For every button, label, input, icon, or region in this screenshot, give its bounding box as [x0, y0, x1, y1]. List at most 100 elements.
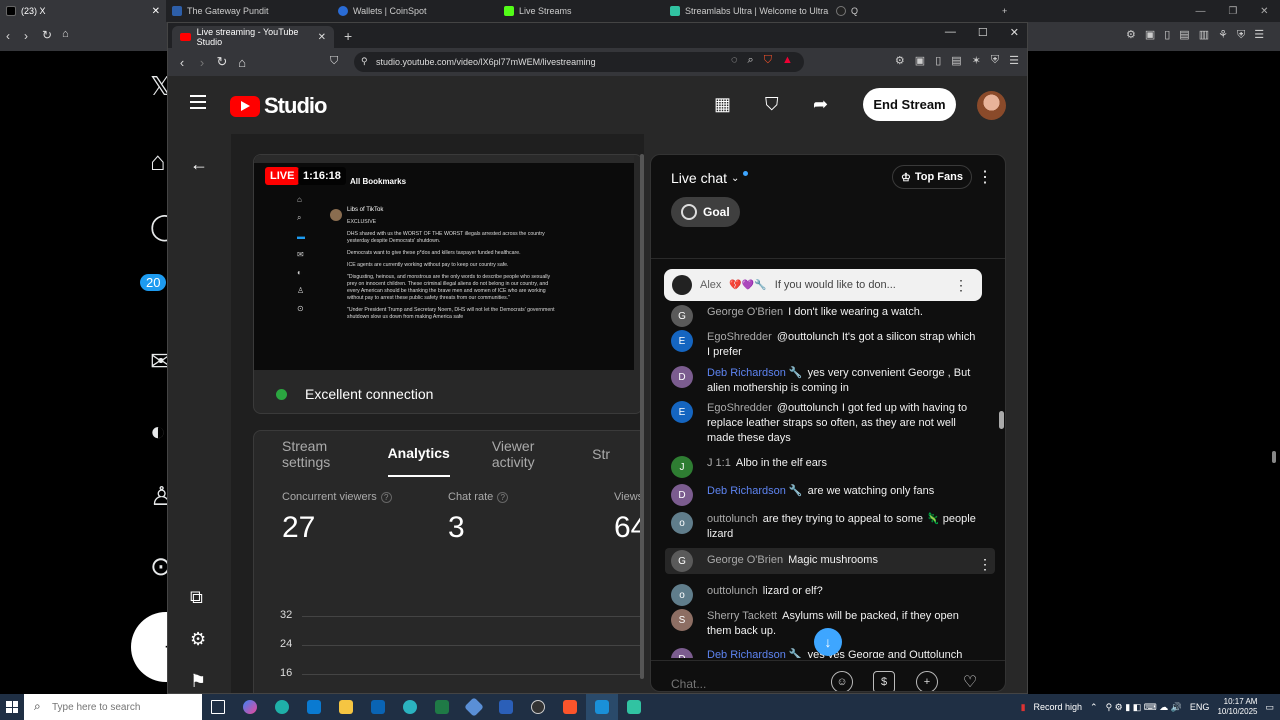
- open-external-icon[interactable]: ⧉: [190, 587, 203, 608]
- reload-icon[interactable]: ↻: [212, 54, 232, 70]
- forward-icon[interactable]: ›: [24, 29, 28, 43]
- close-icon[interactable]: ✕: [1260, 6, 1268, 17]
- excel-icon[interactable]: [426, 694, 458, 720]
- copilot-icon[interactable]: [234, 694, 266, 720]
- minimize-icon[interactable]: —: [1195, 6, 1205, 17]
- outer-new-tab-button[interactable]: +: [996, 0, 1026, 22]
- clapperboard-icon[interactable]: ▦: [714, 94, 731, 115]
- rewards-icon[interactable]: ▲: [782, 54, 793, 67]
- app3-icon[interactable]: [586, 694, 618, 720]
- youtube-studio-logo[interactable]: Studio: [230, 93, 327, 119]
- message-author[interactable]: EgoShredder: [707, 331, 772, 343]
- close-tab-icon[interactable]: ✕: [152, 6, 160, 17]
- notifications-icon[interactable]: ▭: [1265, 702, 1274, 713]
- sidebar-icon[interactable]: ▯: [935, 54, 941, 67]
- scrollbar-thumb[interactable]: [1272, 451, 1276, 463]
- tab-stream-health[interactable]: Str: [592, 431, 610, 477]
- outlook-icon[interactable]: [362, 694, 394, 720]
- message-author[interactable]: EgoShredder: [707, 402, 772, 414]
- more-options-icon[interactable]: ⋮: [954, 277, 968, 294]
- stream-preview[interactable]: ⌂ ⌕ ▬ ✉ ◐ ♙ ⊙ All Bookmarks Libs of TikTok EXC…: [254, 155, 634, 370]
- chat-input[interactable]: [671, 673, 821, 691]
- back-icon[interactable]: ‹: [6, 29, 10, 43]
- chat-message[interactable]: E EgoShredder @outtolunch I got fed up wit…: [671, 401, 981, 446]
- reload-icon[interactable]: ↻: [42, 28, 52, 42]
- outer-tab-streamlabs[interactable]: Streamlabs Ultra | Welcome to Ultra: [664, 0, 830, 22]
- chat-message[interactable]: D Deb Richardson 🔧 yes very convenient Geo…: [671, 366, 981, 396]
- new-tab-button[interactable]: +: [344, 28, 352, 44]
- vpn-icon[interactable]: ⛨: [991, 54, 999, 67]
- streamlabs-icon[interactable]: [618, 694, 650, 720]
- app2-icon[interactable]: [458, 694, 490, 720]
- maximize-icon[interactable]: ☐: [978, 26, 988, 39]
- add-icon[interactable]: +: [916, 671, 938, 691]
- hamburger-menu-icon[interactable]: [190, 95, 206, 109]
- message-author[interactable]: George O'Brien: [707, 554, 783, 566]
- extensions-icon[interactable]: ⚙: [895, 54, 905, 67]
- chat-message[interactable]: E EgoShredder @outtolunch It's got a silic…: [671, 330, 981, 360]
- close-tab-icon[interactable]: ✕: [318, 32, 326, 43]
- share-icon[interactable]: ➦: [813, 94, 828, 115]
- bookmark-icon[interactable]: ⛉: [330, 55, 338, 68]
- outer-tab-gateway[interactable]: The Gateway Pundit: [166, 0, 332, 22]
- chat-message-hovered[interactable]: G George O'Brien Magic mushrooms: [665, 548, 995, 574]
- super-chat-icon[interactable]: $: [873, 671, 895, 691]
- chat-message[interactable]: J J 1:1 Albo in the elf ears: [671, 456, 981, 478]
- chat-message[interactable]: o outtolunch lizard or elf?: [671, 584, 981, 606]
- message-author[interactable]: Deb Richardson 🔧: [707, 485, 803, 497]
- chevron-down-icon[interactable]: ⌄: [731, 173, 739, 184]
- message-author[interactable]: J 1:1: [707, 457, 731, 469]
- forward-icon[interactable]: ›: [192, 55, 212, 70]
- screenshot-icon[interactable]: ▣: [915, 54, 925, 67]
- wallet-icon[interactable]: ▤: [951, 54, 961, 67]
- chat-scrollbar-thumb[interactable]: [999, 411, 1004, 429]
- brave-icon[interactable]: [554, 694, 586, 720]
- edge-icon[interactable]: [266, 694, 298, 720]
- message-author[interactable]: George O'Brien: [707, 306, 783, 318]
- outer-tab-livestreams[interactable]: Live Streams: [498, 0, 664, 22]
- outer-tab-x[interactable]: (23) X ✕: [0, 0, 166, 22]
- account-avatar[interactable]: [977, 91, 1006, 120]
- back-arrow-icon[interactable]: ←: [190, 154, 208, 175]
- store-icon[interactable]: [298, 694, 330, 720]
- outer-tab-q[interactable]: Q: [830, 0, 996, 22]
- chat-scrollbar[interactable]: [999, 259, 1005, 658]
- chat-message[interactable]: D Deb Richardson 🔧 are we watching only fa…: [671, 484, 981, 506]
- goal-button[interactable]: Goal: [671, 197, 740, 227]
- message-author[interactable]: Deb Richardson 🔧: [707, 649, 803, 658]
- message-author[interactable]: outtolunch: [707, 585, 758, 597]
- record-high-label[interactable]: Record high: [1034, 702, 1083, 712]
- cast-icon[interactable]: ◌: [731, 54, 738, 67]
- minimize-icon[interactable]: —: [945, 26, 956, 39]
- tray-icons[interactable]: ⚲ ⚙ ▮ ◧ ⌨ ☁ 🔊: [1106, 702, 1182, 713]
- maximize-icon[interactable]: ❐: [1228, 6, 1237, 17]
- heart-icon[interactable]: ♡: [959, 671, 981, 691]
- page-scrollbar[interactable]: [1268, 51, 1280, 694]
- tab-viewer-activity[interactable]: Viewer activity: [492, 431, 550, 477]
- help-icon[interactable]: ?: [380, 492, 392, 503]
- message-author[interactable]: Sherry Tackett: [707, 610, 777, 622]
- obs-icon[interactable]: [522, 694, 554, 720]
- start-button[interactable]: [0, 694, 24, 720]
- clock[interactable]: 10:17 AM 10/10/2025: [1217, 697, 1257, 717]
- taskbar-search[interactable]: [24, 694, 202, 720]
- back-icon[interactable]: ‹: [172, 55, 192, 70]
- tab-analytics[interactable]: Analytics: [387, 431, 450, 477]
- zoom-icon[interactable]: ⌕: [748, 54, 754, 67]
- tab-stream-settings[interactable]: Stream settings: [282, 431, 346, 477]
- more-options-icon[interactable]: ⋮: [977, 167, 993, 187]
- message-author[interactable]: outtolunch: [707, 513, 758, 525]
- scroll-to-bottom-button[interactable]: ↓: [814, 628, 842, 656]
- home-icon[interactable]: ⌂: [62, 28, 69, 40]
- menu-icon[interactable]: ☰: [1009, 54, 1019, 67]
- chat-message[interactable]: o outtolunch are they trying to appeal to …: [671, 512, 981, 542]
- tab-live-streaming[interactable]: Live streaming - YouTube Studio ✕: [172, 26, 334, 48]
- task-view-icon[interactable]: [202, 694, 234, 720]
- feedback-icon[interactable]: ⚑: [190, 671, 206, 692]
- close-icon[interactable]: ✕: [1010, 26, 1019, 39]
- tray-chevron-icon[interactable]: ⌃: [1090, 702, 1098, 713]
- extensions-icons[interactable]: ⚙▣▯▤▥⚘⛨☰: [1126, 28, 1273, 42]
- chat-title[interactable]: Live chat ⌄: [671, 170, 749, 186]
- language-indicator[interactable]: ENG: [1190, 702, 1210, 712]
- brave-shield-icon[interactable]: ⛉: [764, 54, 772, 67]
